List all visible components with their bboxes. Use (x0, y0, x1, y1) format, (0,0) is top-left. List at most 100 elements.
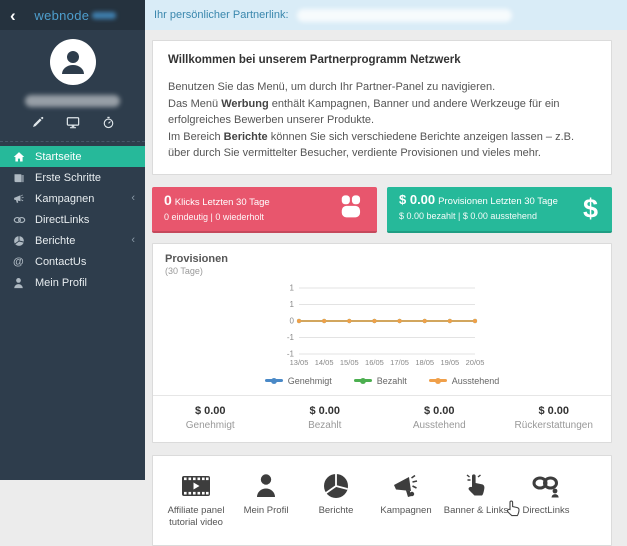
shortcut-label: Berichte (318, 504, 354, 516)
legend-item-ausstehend[interactable]: Ausstehend (428, 375, 500, 386)
svg-text:19/05: 19/05 (440, 358, 459, 367)
welcome-title: Willkommen bei unserem Partnerprogramm N… (168, 54, 461, 66)
edit-pencil-icon[interactable] (31, 116, 44, 129)
svg-text:16/05: 16/05 (365, 358, 384, 367)
stat-bezahlt: $ 0.00 Bezahlt (268, 405, 383, 431)
welcome-line1: Benutzen Sie das Menü, um durch Ihr Part… (168, 81, 496, 94)
logo-suffix-blurred (92, 11, 117, 19)
stat-value: $ 0.00 (194, 404, 226, 417)
user-icon (231, 469, 301, 499)
legend-item-genehmigt[interactable]: Genehmigt (264, 376, 332, 386)
stat-label: Bezahlt (308, 419, 342, 431)
avatar[interactable] (49, 39, 96, 85)
content: Willkommen bei unserem Partnerprogramm N… (145, 30, 627, 546)
clicks-sub: 0 eindeutig | 0 wiederholt (164, 211, 264, 222)
shortcut-label: DirectLinks (522, 504, 570, 516)
provisions-value: $ 0.00 (399, 191, 436, 207)
at-icon: @ (13, 255, 24, 268)
pie-chart-icon (13, 235, 35, 247)
shortcut-label: Banner & Links (443, 504, 509, 516)
stat-label: Rückerstattungen (514, 419, 593, 431)
sidebar-item-erste-schritte[interactable]: Erste Schritte (0, 167, 145, 188)
partnerlink-bar: Ihr persönlicher Partnerlink: (145, 0, 627, 30)
profile-quick-actions (0, 116, 145, 140)
chart-legend: Genehmigt Bezahlt Ausstehend (153, 376, 611, 386)
welcome-line3: Im Bereich Berichte können Sie sich vers… (168, 130, 575, 160)
stopwatch-icon[interactable] (102, 116, 115, 129)
svg-text:17/05: 17/05 (390, 358, 409, 367)
chart-header: Provisionen (30 Tage) (153, 253, 611, 276)
stat-label: Genehmigt (185, 419, 235, 431)
legend-item-bezahlt[interactable]: Bezahlt (353, 375, 407, 386)
sidebar: ‹ webnode Startseite Erste Schritte Kamp… (0, 0, 145, 480)
clicks-tile[interactable]: 0 Klicks Letzten 30 Tage 0 eindeutig | 0 … (152, 186, 377, 233)
svg-text:0: 0 (290, 316, 295, 325)
legend-marker (264, 377, 283, 384)
link-icon (13, 214, 35, 226)
shortcut-directlinks[interactable]: DirectLinks (511, 469, 581, 517)
shortcut-berichte[interactable]: Berichte (301, 469, 371, 517)
shortcut-label: Kampagnen (380, 504, 432, 516)
chart-plot-area: 1 1 0 -1 -1 13/05 14/05 15/05 16/05 17/05 18/05 19/… (153, 282, 611, 374)
provisions-sub: $ 0.00 bezahlt | $ 0.00 ausstehend (399, 210, 537, 221)
svg-text:18/05: 18/05 (415, 358, 434, 367)
megaphone-icon (13, 193, 35, 205)
stat-value: $ 0.00 (423, 404, 455, 417)
shortcut-mein-profil[interactable]: Mein Profil (231, 469, 301, 517)
webnode-logo: webnode (16, 8, 135, 23)
monitor-icon[interactable] (66, 116, 80, 129)
stat-genehmigt: $ 0.00 Genehmigt (153, 405, 268, 431)
sidebar-item-contactus[interactable]: @ ContactUs (0, 251, 145, 272)
chart-stats-row: $ 0.00 Genehmigt $ 0.00 Bezahlt $ 0.00 A… (153, 394, 611, 442)
partnerlink-url-blurred[interactable] (296, 8, 512, 22)
partnerlink-label: Ihr persönlicher Partnerlink: (154, 9, 289, 21)
megaphone-icon (371, 469, 441, 499)
shortcut-kampagnen[interactable]: Kampagnen (371, 469, 441, 517)
sidebar-item-label: Startseite (35, 150, 82, 163)
svg-text:14/05: 14/05 (315, 358, 334, 367)
sidebar-item-kampagnen[interactable]: Kampagnen ‹ (0, 188, 145, 209)
svg-text:-1: -1 (287, 333, 295, 342)
sidebar-menu: Startseite Erste Schritte Kampagnen ‹ Di… (0, 141, 145, 293)
legend-marker (428, 377, 447, 384)
hand-click-icon (441, 469, 511, 499)
provisions-label: Provisionen Letzten 30 Tage (438, 195, 558, 207)
provisions-line: $ 0.00 Provisionen Letzten 30 Tage (399, 192, 600, 207)
stat-tiles: 0 Klicks Letzten 30 Tage 0 eindeutig | 0 … (152, 186, 612, 233)
svg-text:1: 1 (290, 300, 295, 309)
provisions-chart-card: Provisionen (30 Tage) 1 1 0 -1 -1 13/05 14/05 1… (152, 242, 612, 443)
stat-value: $ 0.00 (538, 404, 570, 417)
svg-text:20/05: 20/05 (466, 358, 485, 367)
home-icon (13, 151, 35, 163)
legend-label: Ausstehend (451, 375, 500, 386)
sidebar-item-startseite[interactable]: Startseite (0, 146, 145, 167)
stat-value: $ 0.00 (309, 404, 341, 417)
sidebar-item-label: ContactUs (35, 255, 87, 268)
legend-label: Bezahlt (376, 375, 407, 386)
sidebar-item-berichte[interactable]: Berichte ‹ (0, 230, 145, 251)
shortcut-tutorial-video[interactable]: Affiliate panel tutorial video (161, 469, 231, 530)
shortcut-label: Affiliate panel tutorial video (167, 504, 225, 529)
welcome-line2: Das Menü Werbung enthält Kampagnen, Bann… (168, 97, 560, 127)
sidebar-item-label: Erste Schritte (35, 171, 102, 184)
chevron-left-icon: ‹ (131, 234, 135, 246)
provisions-tile[interactable]: $ 0.00 Provisionen Letzten 30 Tage $ 0.00… (387, 186, 612, 233)
film-video-icon (161, 469, 231, 499)
stat-label: Ausstehend (412, 419, 466, 431)
sidebar-item-label: Berichte (35, 234, 76, 247)
clicks-label: Klicks Letzten 30 Tage (174, 196, 270, 208)
svg-text:1: 1 (290, 283, 295, 292)
user-icon (13, 277, 35, 289)
dollar-icon: $ (582, 193, 598, 224)
legend-marker (353, 377, 372, 384)
svg-text:15/05: 15/05 (340, 358, 359, 367)
sidebar-item-mein-profil[interactable]: Mein Profil (0, 272, 145, 293)
main-area: Ihr persönlicher Partnerlink: Willkommen… (145, 0, 627, 546)
book-icon (13, 172, 35, 184)
sidebar-item-directlinks[interactable]: DirectLinks (0, 209, 145, 230)
sidebar-item-label: Mein Profil (35, 276, 87, 289)
chevron-left-icon: ‹ (131, 192, 135, 204)
shortcut-banner-links[interactable]: Banner & Links (441, 469, 511, 517)
chart-subtitle: (30 Tage) (165, 265, 203, 276)
shortcut-label: Mein Profil (243, 504, 289, 516)
